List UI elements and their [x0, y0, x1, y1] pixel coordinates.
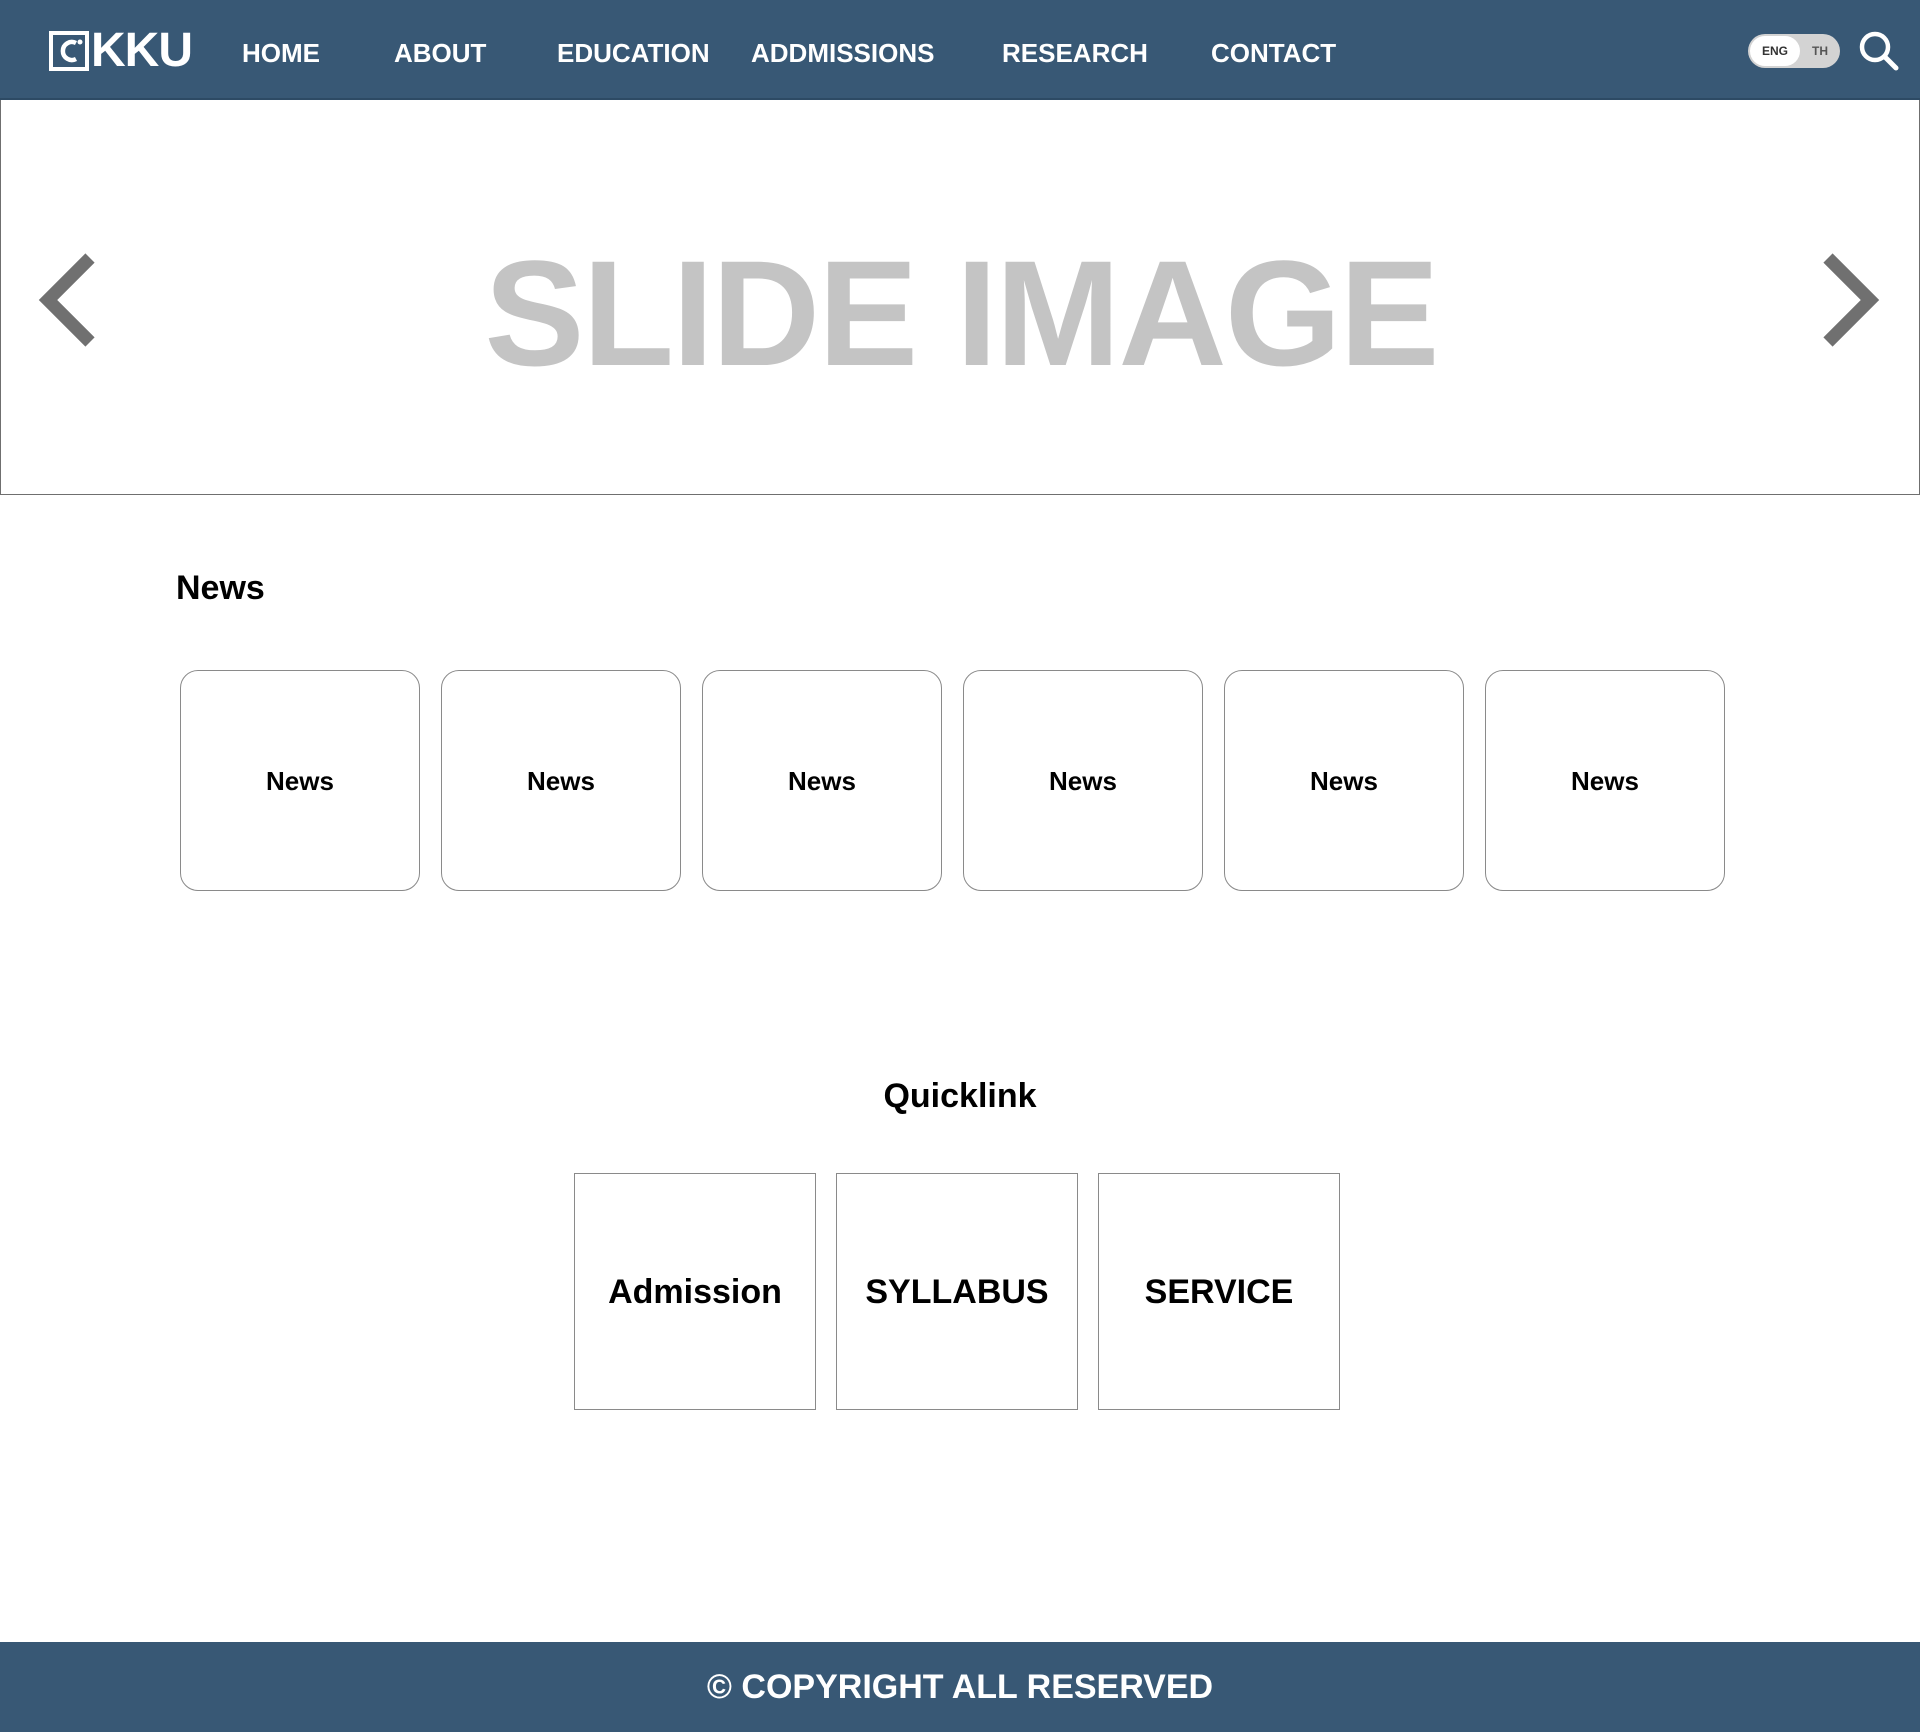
kku-logo-icon — [49, 31, 89, 71]
search-button[interactable] — [1858, 30, 1900, 72]
quicklink-label: Admission — [608, 1272, 782, 1311]
news-card-label: News — [266, 765, 334, 796]
kku-logo[interactable]: KKU — [49, 24, 193, 77]
site-footer: © COPYRIGHT ALL RESERVED — [0, 1642, 1920, 1732]
news-list: News News News News News News — [180, 670, 1726, 891]
news-card-label: News — [1571, 765, 1639, 796]
nav-research[interactable]: RESEARCH — [1002, 36, 1148, 70]
nav-education[interactable]: EDUCATION — [557, 36, 710, 70]
news-card[interactable]: News — [1485, 670, 1725, 891]
quicklink-list: Admission SYLLABUS SERVICE — [574, 1173, 1340, 1410]
chevron-right-icon — [1823, 253, 1880, 347]
news-card[interactable]: News — [441, 670, 681, 891]
chevron-left-icon — [38, 253, 95, 347]
news-card[interactable]: News — [702, 670, 942, 891]
news-card-label: News — [1049, 765, 1117, 796]
news-card-label: News — [527, 765, 595, 796]
news-section-title: News — [176, 569, 265, 607]
news-card[interactable]: News — [963, 670, 1203, 891]
language-toggle[interactable]: ENG TH — [1748, 34, 1840, 68]
copyright-text: © COPYRIGHT ALL RESERVED — [706, 1668, 1214, 1706]
quicklink-admission[interactable]: Admission — [574, 1173, 816, 1410]
news-card-label: News — [1310, 765, 1378, 796]
news-card[interactable]: News — [1224, 670, 1464, 891]
nav-about[interactable]: ABOUT — [394, 36, 486, 70]
slide-image-placeholder: SLIDE IMAGE — [484, 229, 1439, 397]
slider-next-button[interactable] — [1816, 250, 1886, 350]
nav-home[interactable]: HOME — [242, 36, 320, 70]
language-option-th[interactable]: TH — [1804, 36, 1836, 66]
logo-text: KKU — [91, 24, 193, 77]
news-card-label: News — [788, 765, 856, 796]
news-card[interactable]: News — [180, 670, 420, 891]
quicklink-section-title: Quicklink — [883, 1077, 1037, 1115]
quicklink-label: SERVICE — [1144, 1272, 1294, 1311]
hero-slider: SLIDE IMAGE — [0, 100, 1920, 495]
nav-admissions[interactable]: ADDMISSIONS — [751, 36, 934, 70]
site-header: KKU HOME ABOUT EDUCATION ADDMISSIONS RES… — [0, 0, 1920, 100]
language-option-eng[interactable]: ENG — [1750, 36, 1800, 66]
slider-prev-button[interactable] — [36, 250, 106, 350]
quicklink-service[interactable]: SERVICE — [1098, 1173, 1340, 1410]
nav-contact[interactable]: CONTACT — [1211, 36, 1336, 70]
quicklink-label: SYLLABUS — [865, 1272, 1049, 1311]
search-icon — [1859, 31, 1899, 71]
quicklink-syllabus[interactable]: SYLLABUS — [836, 1173, 1078, 1410]
